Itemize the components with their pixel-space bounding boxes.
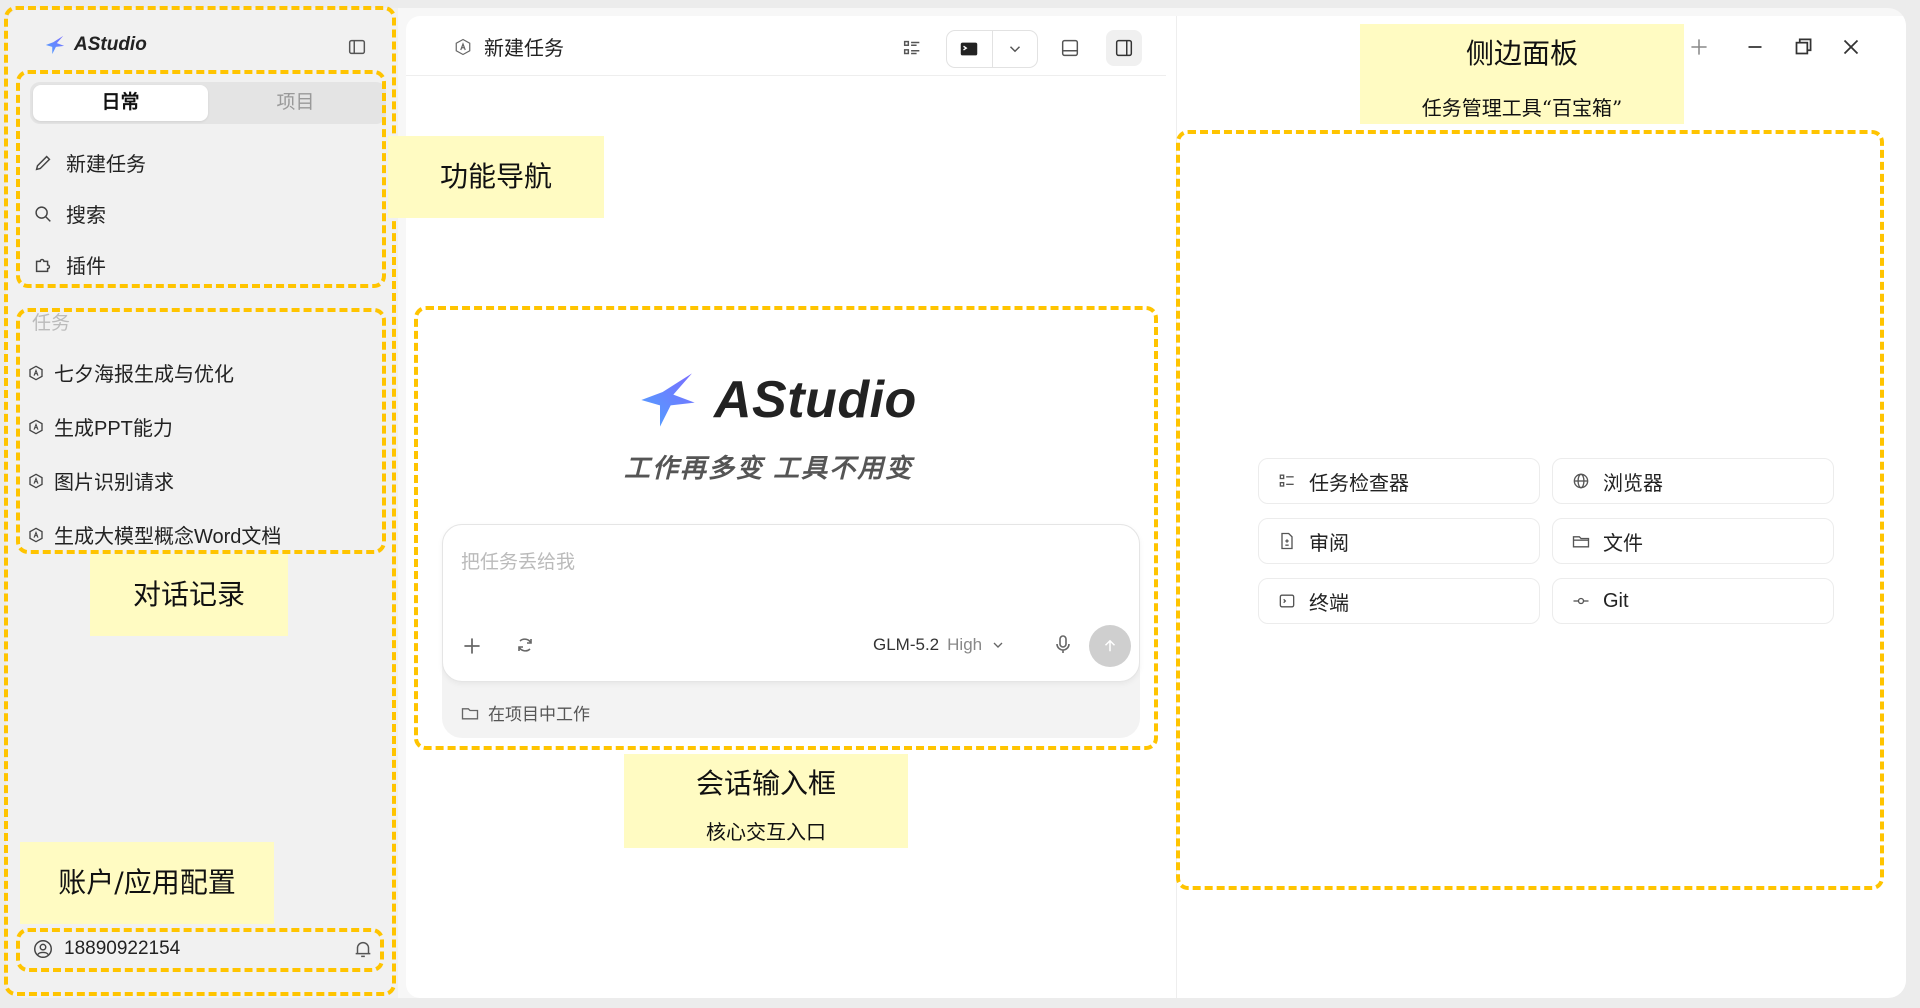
annotation-account-text: 账户/应用配置 xyxy=(58,866,236,899)
annotation-history-label: 对话记录 xyxy=(90,554,288,636)
bottom-panel-button[interactable] xyxy=(1052,30,1088,66)
main-header: 新建任务 xyxy=(406,16,1166,76)
side-panel-icon xyxy=(1115,39,1133,57)
side-panel-button[interactable] xyxy=(1106,30,1142,66)
minimize-icon[interactable] xyxy=(1742,34,1768,60)
annotation-input-frame xyxy=(414,306,1158,750)
annotation-nav-text: 功能导航 xyxy=(439,160,552,193)
close-icon[interactable] xyxy=(1838,34,1864,60)
annotation-input-label: 会话输入框 核心交互入口 xyxy=(624,754,908,848)
annotation-input-sub: 核心交互入口 xyxy=(706,820,826,844)
annotation-input-title: 会话输入框 xyxy=(695,767,836,800)
annotation-panel-frame xyxy=(1176,130,1884,890)
tab-new-task[interactable]: 新建任务 xyxy=(454,32,564,61)
new-tab-icon[interactable] xyxy=(1686,34,1712,60)
annotation-account-label: 账户/应用配置 xyxy=(20,842,274,924)
terminal-icon xyxy=(961,42,978,56)
annotation-nav-frame xyxy=(16,70,386,288)
annotation-account-frame xyxy=(16,928,384,972)
annotation-history-text: 对话记录 xyxy=(132,578,245,611)
annotation-panel-sub: 任务管理工具“百宝箱” xyxy=(1421,96,1623,120)
annotation-history-frame xyxy=(16,308,386,554)
annotation-panel-label: 侧边面板 任务管理工具“百宝箱” xyxy=(1360,24,1684,124)
annotation-panel-title: 侧边面板 xyxy=(1465,37,1578,70)
agent-badge-icon xyxy=(455,38,471,55)
list-icon xyxy=(903,40,920,55)
annotation-nav-label: 功能导航 xyxy=(388,136,604,218)
bottom-panel-icon xyxy=(1061,39,1079,57)
restore-icon[interactable] xyxy=(1790,34,1816,60)
task-list-button[interactable] xyxy=(894,30,930,66)
terminal-button[interactable] xyxy=(947,31,993,67)
terminal-dropdown[interactable] xyxy=(993,31,1038,67)
terminal-switch xyxy=(946,30,1038,68)
chevron-down-icon xyxy=(1009,46,1020,53)
tab-title-label: 新建任务 xyxy=(484,38,564,60)
